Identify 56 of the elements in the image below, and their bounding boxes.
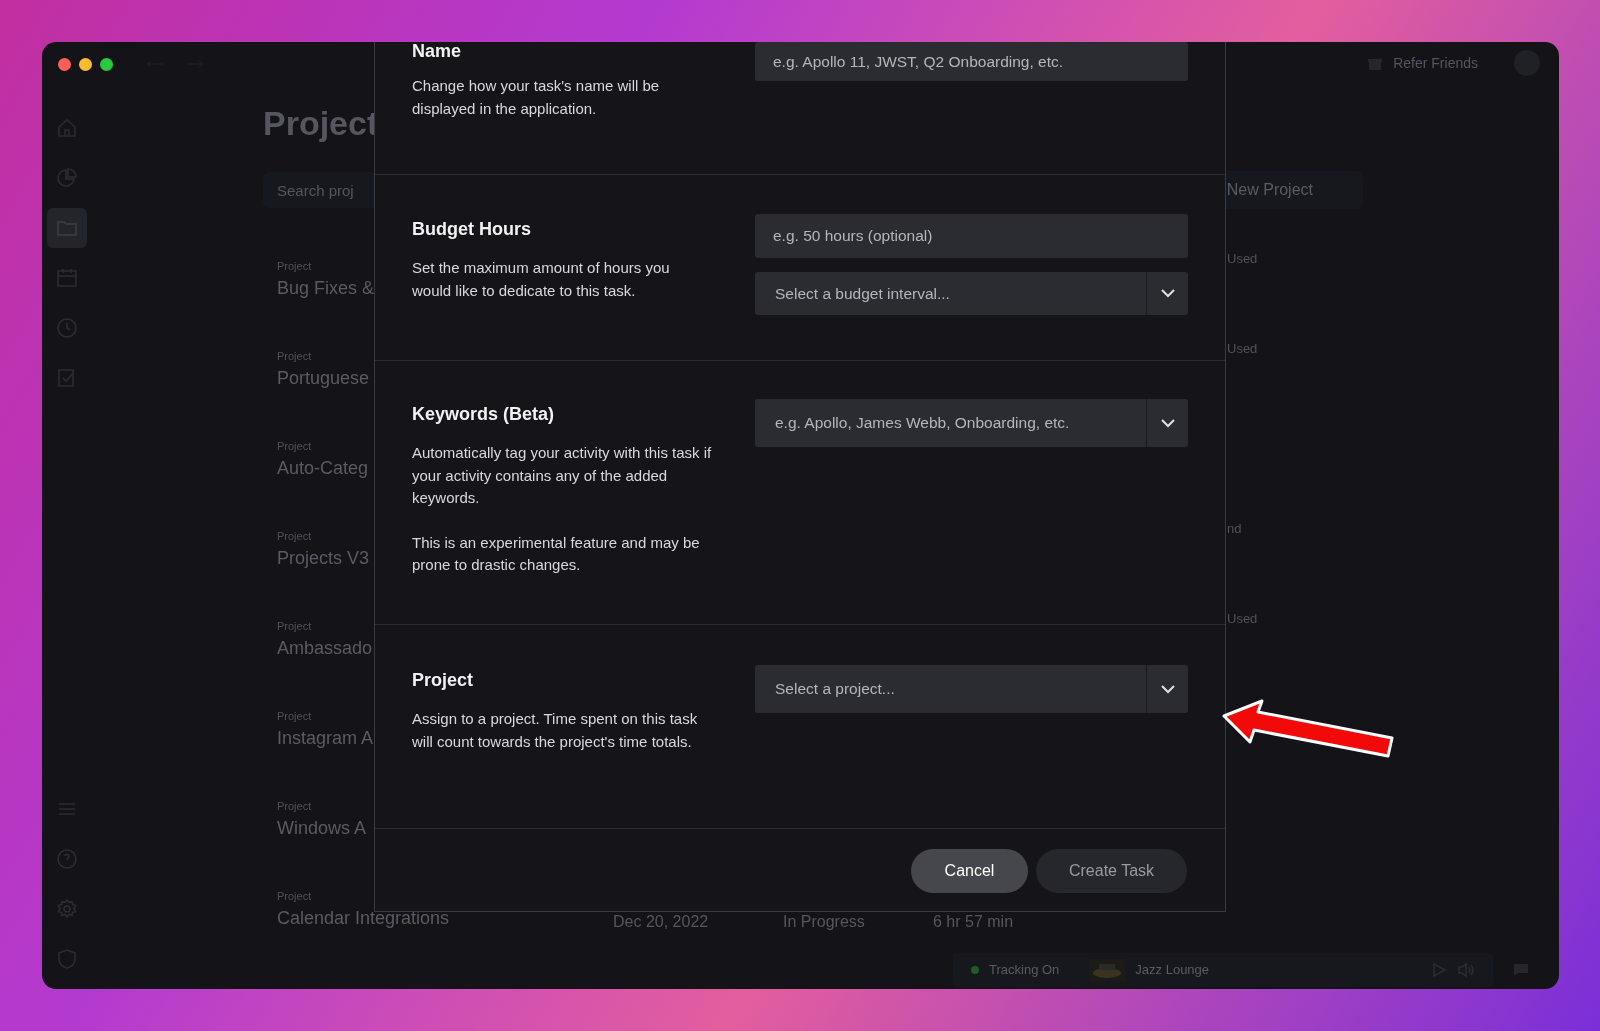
project-label: Project (277, 529, 312, 545)
home-icon (55, 116, 79, 140)
project-name: Instagram A (277, 726, 374, 750)
project-name: Auto-Categ (277, 456, 369, 480)
project-name: Windows A (277, 816, 367, 840)
input-field[interactable]: e.g. Apollo 11, JWST, Q2 Onboarding, etc. (755, 42, 1188, 81)
chevron-down-icon (1160, 418, 1175, 428)
project-date: Dec 20, 2022 (613, 912, 710, 932)
section-title: Keywords (Beta) (412, 403, 555, 426)
project-usage: Used (1227, 340, 1258, 358)
track-name: Jazz Lounge (1135, 961, 1210, 980)
minimize-button[interactable] (79, 57, 92, 71)
maximize-button[interactable] (100, 57, 113, 71)
clock-icon (55, 316, 79, 340)
shield-icon[interactable] (55, 947, 79, 971)
settings-icon[interactable] (55, 897, 79, 921)
project-label: Project (277, 439, 312, 455)
dialog-button[interactable]: Cancel (911, 849, 1028, 893)
page-title: Project (263, 103, 379, 144)
project-usage: nd (1227, 520, 1242, 538)
project-label: Project (277, 799, 312, 815)
project-usage: Used (1227, 250, 1258, 268)
select-field[interactable]: Select a budget interval... (755, 272, 1188, 315)
sidebar-item[interactable] (47, 208, 87, 248)
section-description: Set the maximum amount of hours you would like to dedicate to this task. (412, 258, 671, 301)
pie-chart-icon (55, 166, 79, 190)
project-name: Projects V3 (277, 546, 370, 570)
project-name: Ambassado (277, 636, 373, 660)
project-name: Bug Fixes & (277, 276, 375, 300)
close-button[interactable] (58, 57, 71, 71)
section-description: This is an experimental feature and may be prone to drastic changes. (412, 532, 701, 575)
help-icon[interactable] (55, 847, 79, 871)
select-field[interactable]: e.g. Apollo, James Webb, Onboarding, etc. (755, 399, 1188, 447)
dialog-button[interactable]: Create Task (1036, 849, 1187, 893)
select-field[interactable]: Select a project... (755, 665, 1188, 713)
input-field[interactable]: e.g. 50 hours (optional) (755, 214, 1188, 258)
project-label: Project (277, 889, 312, 905)
section-description: Assign to a project. Time spent on this task will count towards the project's time totals. (412, 709, 699, 752)
project-label: Project (277, 259, 312, 275)
project-label: Project (277, 349, 312, 365)
section-description: Change how your task's name will be displayed in the application. (412, 76, 661, 119)
tracking-status: Tracking On (989, 961, 1060, 980)
project-usage: Used (1227, 610, 1258, 628)
section-title: Name (412, 42, 462, 63)
project-name: Portuguese (277, 366, 370, 390)
calendar-icon (55, 266, 79, 290)
chevron-down-icon (1160, 684, 1175, 694)
project-time: 6 hr 57 min (933, 912, 1014, 932)
section-description: Automatically tag your activity with this task if your activity contains any of the added keywords. (412, 443, 712, 508)
section-title: Budget Hours (412, 218, 531, 241)
project-status: In Progress (783, 912, 866, 932)
project-label: Project (277, 619, 312, 635)
project-label: Project (277, 709, 312, 725)
chevron-down-icon (1160, 289, 1175, 298)
project-name: Calendar Integrations (277, 906, 450, 930)
section-title: Project (412, 669, 474, 692)
